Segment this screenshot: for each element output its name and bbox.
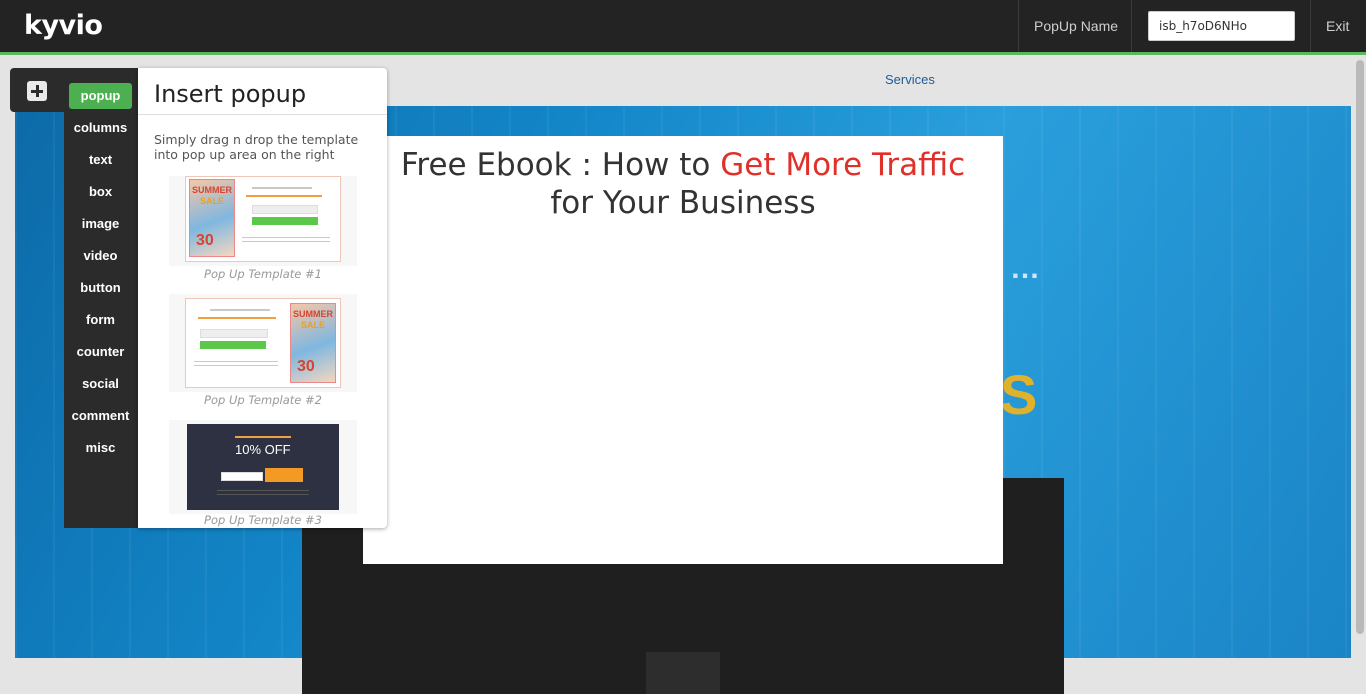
sale-word: SALE	[300, 320, 325, 330]
headline-highlight: Get More Traffic	[720, 147, 966, 183]
tool-comment[interactable]: comment	[69, 403, 132, 429]
offer-text: 10% OFF	[235, 442, 291, 457]
tool-popup[interactable]: popup	[69, 83, 132, 109]
sale-word: SUMMER	[293, 309, 333, 319]
play-button[interactable]	[646, 652, 720, 694]
tool-text[interactable]: text	[69, 147, 132, 173]
tool-misc[interactable]: misc	[69, 435, 132, 461]
insert-popup-panel: Insert popup Simply drag n drop the temp…	[138, 68, 387, 528]
topbar-divider	[1310, 0, 1311, 52]
template-card: 10% OFF	[187, 424, 339, 510]
panel-title: Insert popup	[154, 80, 307, 108]
sale-number: 30	[297, 358, 315, 375]
tool-box[interactable]: box	[69, 179, 132, 205]
sale-number: 30	[196, 232, 214, 249]
mini-input	[200, 329, 268, 338]
panel-divider	[138, 114, 387, 115]
kyvio-logo[interactable]: kyvio	[24, 10, 103, 41]
sale-word: SALE	[199, 196, 224, 206]
page-scrollbar[interactable]	[1356, 60, 1364, 634]
topbar-divider	[1018, 0, 1019, 52]
topbar-divider	[1131, 0, 1132, 52]
template-thumbnail: SUMMER SALE 30	[169, 176, 357, 266]
popup-name-input[interactable]	[1148, 11, 1295, 41]
mini-input	[221, 472, 263, 481]
nav-link-services[interactable]: Services	[885, 72, 935, 87]
mini-text-line	[242, 237, 330, 238]
tool-image[interactable]: image	[69, 211, 132, 237]
mini-text-line	[210, 309, 270, 311]
headline-part1: Free Ebook : How to	[400, 147, 721, 183]
mini-text-line	[217, 494, 309, 495]
tool-menu: popup columns text box image video butto…	[64, 68, 138, 528]
mini-text-line	[242, 241, 330, 242]
mini-text-line	[194, 361, 278, 362]
sale-graphic: SUMMER SALE 30	[290, 303, 336, 383]
sale-graphic: SUMMER SALE 30	[189, 179, 235, 257]
mini-text-line	[217, 490, 309, 491]
template-caption: Pop Up Template #3	[204, 513, 322, 527]
panel-description: Simply drag n drop the template into pop…	[154, 132, 359, 162]
tool-button[interactable]: button	[69, 275, 132, 301]
tool-form[interactable]: form	[69, 307, 132, 333]
exit-button[interactable]: Exit	[1326, 18, 1349, 34]
top-bar: kyvio PopUp Name Exit	[0, 0, 1366, 55]
mini-text-line	[252, 187, 312, 189]
template-card: SUMMER SALE 30	[185, 298, 341, 388]
headline-part2: for Your Business	[550, 185, 816, 221]
hero-text-fragment: S	[1000, 363, 1038, 426]
mini-input	[252, 205, 318, 214]
template-card: SUMMER SALE 30	[185, 176, 341, 262]
mini-text-line	[246, 195, 322, 197]
mini-button	[265, 468, 303, 482]
tool-columns[interactable]: columns	[69, 115, 132, 141]
hero-text-fragment: …	[1010, 252, 1042, 285]
tool-video[interactable]: video	[69, 243, 132, 269]
template-caption: Pop Up Template #2	[204, 393, 322, 407]
mini-text-line	[235, 436, 291, 438]
mini-text-line	[194, 365, 278, 366]
tool-social[interactable]: social	[69, 371, 132, 397]
sale-word: SUMMER	[192, 185, 232, 195]
popup-headline[interactable]: Free Ebook : How to Get More Traffic for…	[363, 146, 1003, 222]
add-element-tab[interactable]	[10, 68, 64, 112]
plus-icon[interactable]	[27, 81, 47, 101]
template-thumbnail: SUMMER SALE 30	[169, 294, 357, 392]
mini-text-line	[198, 317, 276, 319]
mini-button	[252, 217, 318, 225]
template-caption: Pop Up Template #1	[204, 267, 322, 281]
popup-name-label: PopUp Name	[1034, 18, 1119, 34]
template-thumbnail: 10% OFF	[169, 420, 357, 514]
tool-counter[interactable]: counter	[69, 339, 132, 365]
mini-button	[200, 341, 266, 349]
popup-canvas[interactable]: Free Ebook : How to Get More Traffic for…	[363, 136, 1003, 564]
